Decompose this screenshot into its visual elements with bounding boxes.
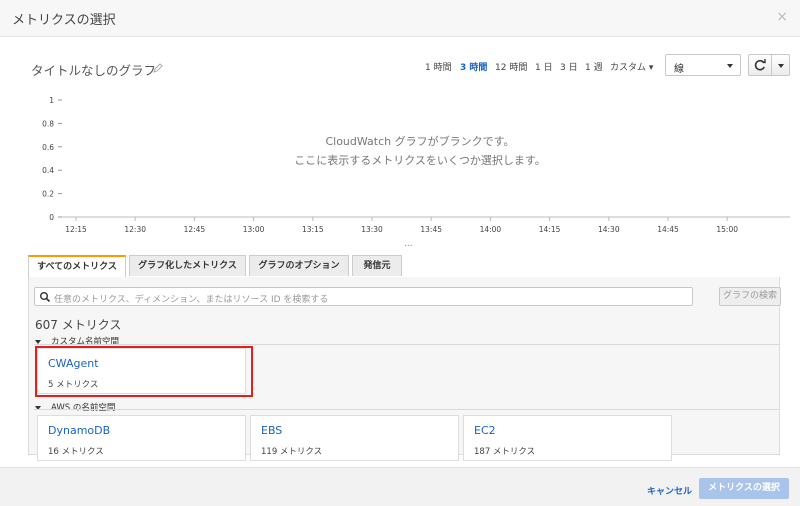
time-range-1h[interactable]: 1 時間 [425,60,452,73]
x-tick-label: 12:30 [124,225,146,234]
metric-count: 607 メトリクス [35,318,122,332]
tab-all-metrics[interactable]: すべてのメトリクス [28,255,126,277]
namespace-card-ec2[interactable]: EC2 187 メトリクス [463,415,672,461]
collapse-icon [35,339,41,344]
y-tick-label: 0.4 [42,166,54,175]
search-placeholder: 任意のメトリクス、ディメンション、またはリソース ID を検索する [54,295,329,305]
x-tick-label: 12:45 [184,225,206,234]
time-range-3h[interactable]: 3 時間 [460,60,487,73]
highlight-box [35,346,253,397]
namespace-metric-count: 119 メトリクス [261,447,323,457]
graph-type-select[interactable]: 線 [665,54,741,76]
modal-header: メトリクスの選択 × [0,0,800,37]
namespace-name: EC2 [474,424,496,437]
graph-search-button[interactable]: グラフの検索 [719,287,781,306]
cancel-button[interactable]: キャンセル [647,484,692,497]
x-tick-label: 14:45 [657,225,679,234]
x-tick-label: 14:15 [539,225,561,234]
y-tick-label: 0 [49,213,54,222]
y-tick-label: 0.8 [42,119,54,128]
aws-namespace-header[interactable]: AWS の名前空間 [35,401,115,413]
close-icon[interactable]: × [776,9,788,25]
time-range-1d[interactable]: 1 日 [535,60,553,73]
graph-title[interactable]: タイトルなしのグラフ [31,60,156,79]
chevron-down-icon [727,64,733,68]
namespace-card-dynamodb[interactable]: DynamoDB 16 メトリクス [37,415,246,461]
namespace-card-ebs[interactable]: EBS 119 メトリクス [250,415,459,461]
x-tick-label: 13:30 [361,225,383,234]
refresh-icon [754,59,766,71]
y-tick-label: 0.6 [42,143,54,152]
time-range-1w[interactable]: 1 週 [585,60,603,73]
time-range-3d[interactable]: 3 日 [560,60,578,73]
time-range-custom[interactable]: カスタム ▾ [610,60,653,73]
search-icon [40,292,51,303]
x-tick-label: 13:45 [420,225,442,234]
modal-title: メトリクスの選択 [12,13,116,28]
x-tick-label: 14:00 [480,225,502,234]
x-tick-label: 12:15 [65,225,87,234]
graph-type-value: 線 [674,64,684,75]
resize-handle[interactable]: ... [404,239,413,249]
select-metrics-button[interactable]: メトリクスの選択 [699,478,789,499]
caret-down-icon [778,64,784,68]
y-tick-label: 1 [49,96,54,105]
divider [34,344,780,345]
chart-blank-message: CloudWatch グラフがブランクです。 [325,135,515,148]
time-range-12h[interactable]: 12 時間 [495,60,527,73]
x-tick-label: 13:15 [302,225,324,234]
aws-namespace-label: AWS の名前空間 [51,403,116,413]
y-tick-label: 0.2 [42,190,54,199]
x-tick-label: 13:00 [243,225,265,234]
tab-source[interactable]: 発信元 [352,255,402,276]
namespace-metric-count: 16 メトリクス [48,447,104,457]
pencil-icon[interactable] [153,63,163,73]
tab-graphed-metrics[interactable]: グラフ化したメトリクス [129,255,246,276]
namespace-name: DynamoDB [48,424,111,437]
namespace-metric-count: 187 メトリクス [474,447,536,457]
x-tick-label: 15:00 [716,225,738,234]
tab-graph-options[interactable]: グラフのオプション [249,255,349,276]
namespace-name: EBS [261,424,283,437]
search-input[interactable]: 任意のメトリクス、ディメンション、またはリソース ID を検索する [34,287,693,306]
x-tick-label: 14:30 [598,225,620,234]
divider [34,409,780,410]
refresh-button[interactable] [748,54,772,76]
chart-blank-hint: ここに表示するメトリクスをいくつか選択します。 [294,154,546,167]
refresh-options-button[interactable] [771,54,790,76]
